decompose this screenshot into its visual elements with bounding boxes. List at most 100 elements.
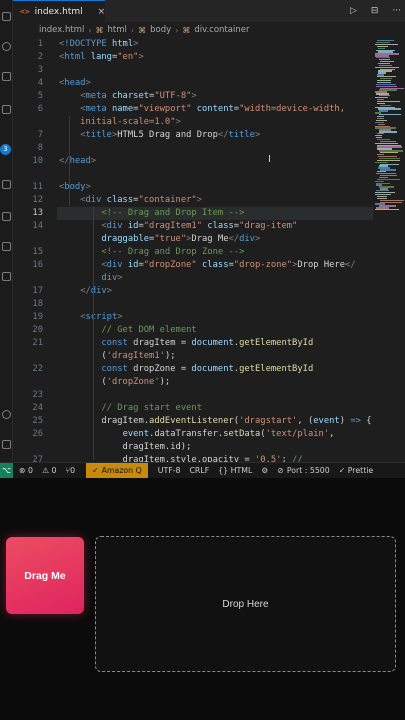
code-line[interactable]: 18: [13, 298, 373, 311]
code-line[interactable]: 21 const dragItem = document.getElementB…: [13, 337, 373, 350]
remote-indicator-icon[interactable]: ⌥: [0, 463, 13, 478]
amazon-q-button[interactable]: ✓ Amazon Q: [86, 463, 148, 478]
code-line[interactable]: 22 const dropZone = document.getElementB…: [13, 363, 373, 376]
code-line[interactable]: 27 dragItem.style.opacity = '0.5'; //: [13, 454, 373, 462]
code-line[interactable]: 3: [13, 64, 373, 77]
account-icon[interactable]: [2, 410, 11, 419]
code-token: html: [111, 39, 134, 49]
code-text: <!DOCTYPE html>: [59, 38, 138, 51]
minimap-line: [375, 209, 399, 211]
encoding-status[interactable]: UTF-8: [158, 466, 181, 475]
code-text: draggable="true">Drag Me</div>: [59, 233, 260, 246]
code-line[interactable]: draggable="true">Drag Me</div>: [13, 233, 373, 246]
line-number: 26: [32, 429, 43, 439]
code-line[interactable]: 5 <meta charset="UTF-8">: [13, 90, 373, 103]
breadcrumb-div-container[interactable]: div.container: [194, 25, 249, 35]
code-line[interactable]: 15 <!-- Drag and Drop Zone -->: [13, 246, 373, 259]
code-line[interactable]: 13 <!-- Drag and Drop Item -->: [13, 207, 373, 220]
code-text: dragItem.style.opacity = '0.5'; //: [59, 454, 303, 462]
code-line[interactable]: 16 <div id="dropZone" class="drop-zone">…: [13, 259, 373, 272]
code-line[interactable]: 6 <meta name="viewport" content="width=d…: [13, 103, 373, 116]
code-token: >: [85, 182, 91, 192]
breadcrumb-body[interactable]: body: [150, 25, 171, 35]
port-status[interactable]: ⊘ Port : 5500: [277, 466, 329, 475]
split-editor-icon[interactable]: ⊟: [371, 6, 379, 16]
source-control-icon[interactable]: [2, 72, 11, 81]
code-line[interactable]: 17 </div>: [13, 285, 373, 298]
remote-explorer-icon[interactable]: [2, 212, 11, 221]
testing-icon[interactable]: [2, 242, 11, 251]
search-icon[interactable]: [2, 42, 11, 51]
code-token: >: [196, 195, 203, 205]
ports-status[interactable]: ⑂0: [65, 466, 75, 475]
code-line[interactable]: 7 <title>HTML5 Drag and Drop</title>: [13, 129, 373, 142]
code-line[interactable]: [13, 168, 373, 181]
warnings-status[interactable]: ⚠ 0: [42, 466, 56, 475]
code-line[interactable]: 1 <!DOCTYPE html>: [13, 38, 373, 51]
code-token: >: [191, 91, 197, 101]
minimap[interactable]: [373, 38, 405, 462]
run-icon[interactable]: ▷: [350, 6, 357, 16]
code-token: class: [106, 195, 134, 205]
code-text: dragItem.id);: [59, 441, 192, 454]
code-line[interactable]: 23: [13, 389, 373, 402]
code-token: dropZone: [127, 364, 181, 374]
code-editor: 3 <> index.html × ▷ ⊟ ··· index.html › ⌘…: [0, 0, 405, 478]
code-line[interactable]: 26 event.dataTransfer.setData('text/plai…: [13, 428, 373, 441]
extensions-icon[interactable]: [2, 180, 11, 189]
code-token: );: [159, 377, 171, 387]
code-line[interactable]: 14 <div id="dragItem1" class="drag-item": [13, 220, 373, 233]
code-line[interactable]: ('dropZone');: [13, 376, 373, 389]
line-number: 13: [32, 208, 43, 218]
code-area[interactable]: 1 <!DOCTYPE html> 2 <html lang="en"> 3 4 <head…: [13, 38, 373, 462]
settings-gear-icon[interactable]: [2, 440, 11, 449]
code-token: </: [217, 130, 229, 140]
tab-index-html[interactable]: <> index.html ×: [13, 0, 105, 22]
more-actions-icon[interactable]: ···: [392, 6, 401, 16]
line-number: 27: [32, 455, 43, 462]
explorer-icon[interactable]: [2, 12, 11, 21]
code-line[interactable]: div>: [13, 272, 373, 285]
code-text: <!-- Drag and Drop Item -->: [59, 207, 244, 220]
check-icon: ✓: [92, 466, 99, 475]
run-debug-icon[interactable]: [2, 105, 11, 114]
code-line[interactable]: dragItem.id);: [13, 441, 373, 454]
docker-icon[interactable]: [2, 272, 11, 281]
line-number: 6: [37, 104, 43, 114]
code-text: </div>: [59, 285, 112, 298]
line-number: 1: [37, 39, 43, 49]
code-line[interactable]: 4 <head>: [13, 77, 373, 90]
code-line[interactable]: 20 // Get DOM element: [13, 324, 373, 337]
code-text: dragItem.addEventListener('dragstart', (…: [59, 415, 371, 428]
prettier-status[interactable]: ✓ Prettie: [339, 466, 373, 475]
code-token: ): [339, 416, 351, 426]
drag-me-item[interactable]: Drag Me: [6, 537, 84, 614]
code-token: 'dragItem1': [106, 351, 165, 361]
code-line[interactable]: 11 <body>: [13, 181, 373, 194]
code-line[interactable]: 19 <script>: [13, 311, 373, 324]
eol-status[interactable]: CRLF: [189, 466, 209, 475]
code-line[interactable]: initial-scale=1.0">: [13, 116, 373, 129]
code-line[interactable]: 24 // Drag start event: [13, 402, 373, 415]
code-line[interactable]: 8: [13, 142, 373, 155]
breadcrumb-file[interactable]: index.html: [39, 25, 84, 35]
language-status[interactable]: {} HTML: [218, 466, 252, 475]
code-token: , (: [297, 416, 314, 426]
code-text: <body>: [59, 181, 91, 194]
code-line[interactable]: 25 dragItem.addEventListener('dragstart'…: [13, 415, 373, 428]
code-line[interactable]: ('dragItem1');: [13, 350, 373, 363]
live-server-icon[interactable]: ⚙: [261, 466, 268, 475]
code-line[interactable]: 10 </head>: [13, 155, 373, 168]
code-text: <head>: [59, 77, 91, 90]
breadcrumb-html[interactable]: html: [108, 25, 127, 35]
code-line[interactable]: 2 <html lang="en">: [13, 51, 373, 64]
errors-status[interactable]: ⊗ 0: [19, 466, 33, 475]
drop-zone[interactable]: Drop Here: [95, 536, 396, 672]
code-token: div: [85, 195, 102, 205]
code-token: </: [228, 234, 240, 244]
close-icon[interactable]: ×: [98, 7, 106, 17]
line-number: 17: [32, 286, 43, 296]
code-line[interactable]: 12 <div class="container">: [13, 194, 373, 207]
